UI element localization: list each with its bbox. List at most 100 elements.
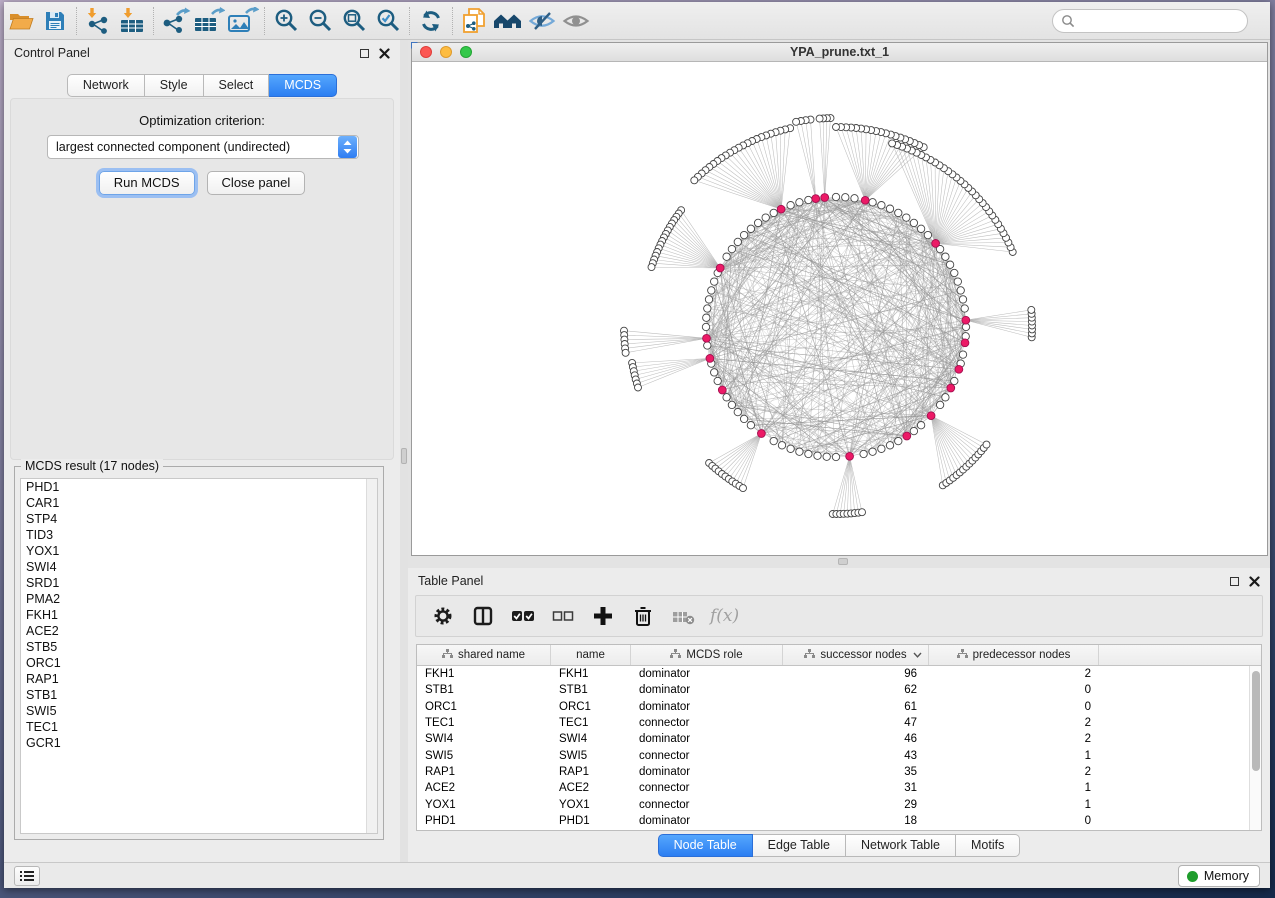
zoom-selected-icon[interactable] [371, 5, 405, 37]
table-cell: RAP1 [417, 766, 551, 778]
open-folder-icon[interactable] [4, 5, 38, 37]
export-image-icon[interactable] [226, 5, 260, 37]
network-canvas[interactable] [412, 62, 1267, 555]
zoom-fit-icon[interactable] [337, 5, 371, 37]
table-row[interactable]: YOX1YOX1connector291 [417, 796, 1261, 812]
table-cell: 46 [783, 733, 929, 745]
duplicate-network-icon[interactable] [457, 5, 491, 37]
float-panel-icon[interactable] [1230, 577, 1239, 586]
network-window-titlebar[interactable]: YPA_prune.txt_1 [412, 43, 1267, 62]
column-header-MCDS-role[interactable]: MCDS role [631, 645, 783, 665]
mcds-result-item[interactable]: ACE2 [21, 623, 377, 639]
unselect-all-checks-icon[interactable] [550, 603, 576, 629]
import-network-icon[interactable] [81, 5, 115, 37]
column-header-name[interactable]: name [551, 645, 631, 665]
close-panel-button[interactable]: Close panel [207, 171, 306, 195]
splitter-grip[interactable] [401, 448, 407, 464]
hide-graphics-eye-slash-icon[interactable] [525, 5, 559, 37]
mcds-result-item[interactable]: CAR1 [21, 495, 377, 511]
table-cell: connector [631, 782, 783, 794]
column-header-successor-nodes[interactable]: successor nodes [783, 645, 929, 665]
horizontal-splitter[interactable] [408, 558, 1270, 566]
table-cell: TEC1 [551, 717, 631, 729]
refresh-icon[interactable] [414, 5, 448, 37]
criterion-select[interactable]: largest connected component (undirected) [47, 135, 359, 159]
trash-icon[interactable] [630, 603, 656, 629]
table-row[interactable]: ORC1ORC1dominator610 [417, 699, 1261, 715]
export-table-icon[interactable] [192, 5, 226, 37]
column-header-shared-name[interactable]: shared name [417, 645, 551, 665]
tab-network-table[interactable]: Network Table [846, 834, 956, 857]
tab-edge-table[interactable]: Edge Table [753, 834, 846, 857]
table-cell: 96 [783, 668, 929, 680]
close-panel-icon[interactable] [1249, 576, 1260, 587]
mcds-result-title: MCDS result (17 nodes) [21, 459, 163, 473]
tab-node-table[interactable]: Node Table [658, 834, 753, 857]
table-row[interactable]: STB1STB1dominator620 [417, 682, 1261, 698]
splitter-grip[interactable] [838, 558, 848, 565]
table-row[interactable]: PHD1PHD1dominator180 [417, 813, 1261, 829]
show-graphics-eye-icon[interactable] [559, 5, 593, 37]
tab-select[interactable]: Select [204, 74, 270, 97]
mcds-result-item[interactable]: SWI5 [21, 703, 377, 719]
mcds-result-item[interactable]: SRD1 [21, 575, 377, 591]
table-cell: ACE2 [551, 782, 631, 794]
split-columns-icon[interactable] [470, 603, 496, 629]
table-cell: 61 [783, 701, 929, 713]
double-home-icon[interactable] [491, 5, 525, 37]
table-row[interactable]: RAP1RAP1dominator352 [417, 764, 1261, 780]
zoom-in-icon[interactable] [269, 5, 303, 37]
mcds-result-item[interactable]: TEC1 [21, 719, 377, 735]
search-input[interactable] [1080, 14, 1247, 28]
table-row[interactable]: SWI4SWI4dominator462 [417, 731, 1261, 747]
search-box[interactable] [1052, 9, 1248, 33]
table-cell: dominator [631, 766, 783, 778]
mcds-result-item[interactable]: FKH1 [21, 607, 377, 623]
right-workspace: YPA_prune.txt_1 Table Panel [408, 40, 1270, 862]
mcds-result-item[interactable]: STB5 [21, 639, 377, 655]
mcds-result-item[interactable]: GCR1 [21, 735, 377, 751]
mcds-result-item[interactable]: PMA2 [21, 591, 377, 607]
tab-motifs[interactable]: Motifs [956, 834, 1020, 857]
mcds-result-item[interactable]: ORC1 [21, 655, 377, 671]
mcds-list-scrollbar[interactable] [366, 479, 377, 833]
table-row[interactable]: TEC1TEC1connector472 [417, 715, 1261, 731]
network-window-title: YPA_prune.txt_1 [412, 45, 1267, 59]
table-cell: 31 [783, 782, 929, 794]
table-row[interactable]: SWI5SWI5connector431 [417, 747, 1261, 763]
mcds-result-item[interactable]: SWI4 [21, 559, 377, 575]
mcds-result-item[interactable]: YOX1 [21, 543, 377, 559]
import-table-icon[interactable] [115, 5, 149, 37]
tab-network[interactable]: Network [67, 74, 145, 97]
add-column-plus-icon[interactable] [590, 603, 616, 629]
search-icon [1061, 14, 1075, 28]
mcds-result-item[interactable]: TID3 [21, 527, 377, 543]
save-icon[interactable] [38, 5, 72, 37]
tab-mcds[interactable]: MCDS [269, 74, 337, 97]
tab-style[interactable]: Style [145, 74, 204, 97]
memory-button[interactable]: Memory [1178, 865, 1260, 887]
float-panel-icon[interactable] [360, 49, 369, 58]
table-cell: PHD1 [551, 815, 631, 827]
table-row[interactable]: ACE2ACE2connector311 [417, 780, 1261, 796]
table-cell: 18 [783, 815, 929, 827]
select-all-checks-icon[interactable] [510, 603, 536, 629]
run-mcds-button[interactable]: Run MCDS [99, 171, 195, 195]
vertical-splitter[interactable] [400, 40, 408, 862]
mcds-result-item[interactable]: STB1 [21, 687, 377, 703]
column-header-predecessor-nodes[interactable]: predecessor nodes [929, 645, 1099, 665]
export-network-icon[interactable] [158, 5, 192, 37]
gear-icon[interactable] [430, 603, 456, 629]
table-scrollbar[interactable] [1249, 666, 1261, 830]
sort-caret-icon[interactable] [913, 649, 922, 661]
table-cell: SWI4 [417, 733, 551, 745]
table-row[interactable]: FKH1FKH1dominator962 [417, 666, 1261, 682]
table-scrollbar-thumb[interactable] [1252, 671, 1260, 771]
close-panel-icon[interactable] [379, 48, 390, 59]
mcds-result-item[interactable]: RAP1 [21, 671, 377, 687]
task-history-button[interactable] [14, 866, 40, 886]
mcds-result-item[interactable]: STP4 [21, 511, 377, 527]
zoom-out-icon[interactable] [303, 5, 337, 37]
mcds-result-item[interactable]: PHD1 [21, 479, 377, 495]
table-cell: 0 [929, 815, 1099, 827]
